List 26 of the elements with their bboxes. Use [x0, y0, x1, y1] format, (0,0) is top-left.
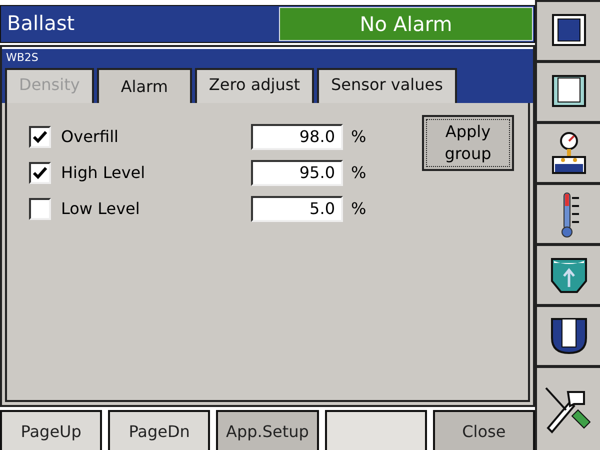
tab[interactable]: Zero adjust	[194, 68, 314, 103]
input-field[interactable]: 5.0	[251, 196, 343, 222]
footer-button[interactable]: Close	[432, 410, 536, 450]
footer-button[interactable]: PageDn	[108, 410, 210, 450]
footer-button[interactable]: App.Setup	[216, 410, 319, 450]
tab[interactable]: Sensor values	[316, 68, 457, 103]
checkbox-label: Low Level	[61, 199, 141, 218]
unit-label: %	[351, 127, 366, 146]
footer-button[interactable]: PageUp	[0, 410, 102, 450]
input-field[interactable]: 98.0	[251, 124, 343, 150]
input-field[interactable]: 95.0	[251, 160, 343, 186]
checkbox-label: Overfill	[61, 127, 120, 146]
blank-button[interactable]	[324, 410, 427, 450]
unit-label: %	[351, 163, 366, 182]
alarm-status: No Alarm	[279, 7, 533, 41]
panel-title: WB2S	[2, 47, 533, 66]
checkbox[interactable]	[29, 126, 51, 148]
shield-icon[interactable]	[548, 255, 588, 295]
apply-group-button[interactable]: Apply group	[422, 115, 514, 171]
screen-title: Ballast	[6, 10, 76, 37]
unit-label: %	[351, 199, 366, 218]
hull-icon[interactable]	[548, 316, 588, 356]
checkbox[interactable]	[29, 162, 51, 184]
tab[interactable]: Alarm	[96, 68, 192, 103]
checkbox-label: High Level	[61, 163, 146, 182]
checkbox[interactable]	[29, 198, 51, 220]
